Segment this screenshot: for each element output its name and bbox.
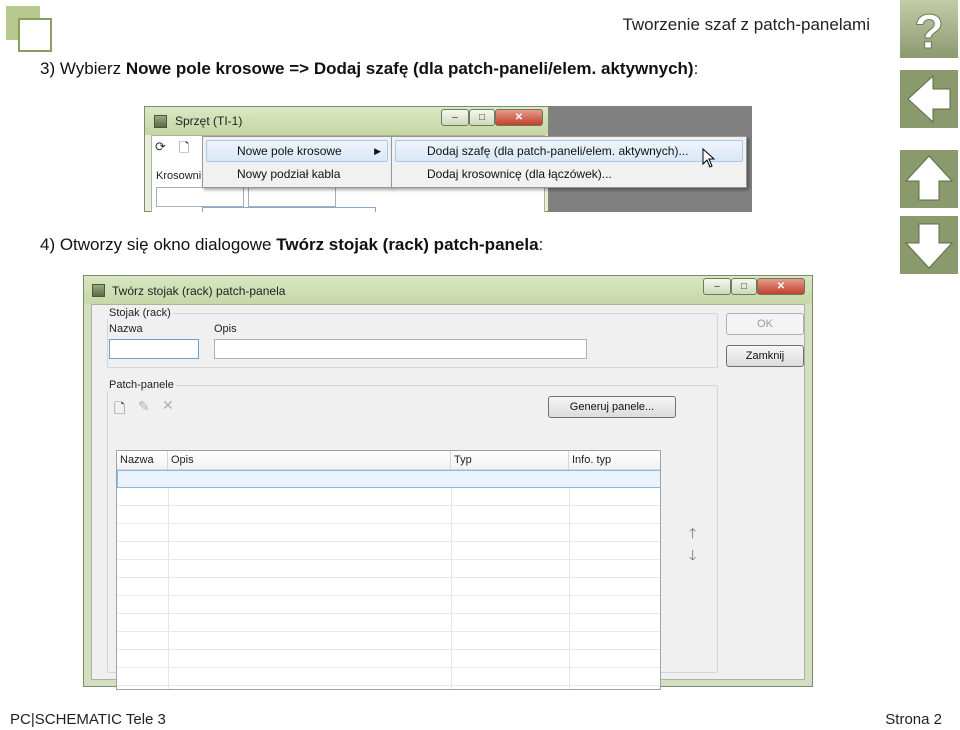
menu-item-dodaj-szafe[interactable]: Dodaj szafę (dla patch-paneli/elem. akty… bbox=[395, 140, 743, 162]
krosownice-label: Krosowni bbox=[156, 170, 202, 182]
up-button[interactable] bbox=[900, 150, 958, 208]
krosownice-input-2[interactable] bbox=[248, 187, 336, 207]
menu-item-label: Nowy podział kabla bbox=[237, 167, 341, 181]
column-header-type[interactable]: Typ bbox=[451, 451, 569, 470]
move-up-icon[interactable]: 🡑 bbox=[689, 523, 696, 547]
table-row[interactable] bbox=[117, 632, 660, 650]
screenshot-context-menu: Sprzęt (TI-1) – □ ✕ ⟳ 🗋 Krosowni Nowe po… bbox=[144, 106, 752, 212]
rack-group-label: Stojak (rack) bbox=[107, 307, 173, 319]
close-button[interactable]: ✕ bbox=[495, 109, 543, 126]
menu-item-label: Dodaj szafę (dla patch-paneli/elem. akty… bbox=[427, 144, 689, 158]
rack-name-input[interactable] bbox=[109, 339, 199, 359]
rack-dialog-title: Twórz stojak (rack) patch-panela bbox=[112, 284, 286, 298]
move-down-icon[interactable]: 🡓 bbox=[689, 545, 696, 569]
table-row[interactable] bbox=[117, 560, 660, 578]
menu-item-label: Dodaj krosownicę (dla łączówek)... bbox=[427, 167, 612, 181]
tree-item[interactable] bbox=[202, 207, 376, 212]
table-row[interactable] bbox=[117, 650, 660, 668]
table-row[interactable] bbox=[117, 542, 660, 560]
window-app-icon bbox=[92, 284, 105, 297]
table-row[interactable] bbox=[117, 578, 660, 596]
table-row[interactable] bbox=[117, 506, 660, 524]
equipment-window-title: Sprzęt (TI-1) bbox=[175, 114, 243, 128]
table-row[interactable] bbox=[117, 524, 660, 542]
context-menu: Nowe pole krosowe ▶ Nowy podział kabla bbox=[202, 136, 392, 188]
table-row[interactable] bbox=[117, 488, 660, 506]
patch-panels-table[interactable]: Nazwa Opis Typ Info. typ bbox=[116, 450, 661, 690]
maximize-button[interactable]: □ bbox=[469, 109, 495, 126]
up-arrow-icon bbox=[904, 155, 954, 201]
submenu: Dodaj szafę (dla patch-paneli/elem. akty… bbox=[391, 136, 747, 188]
step-4-instruction: 4) Otworzy się okno dialogowe Twórz stoj… bbox=[40, 235, 544, 254]
document-title: Tworzenie szaf z patch-panelami bbox=[622, 15, 870, 34]
svg-text:?: ? bbox=[914, 6, 943, 58]
help-button[interactable]: ? bbox=[900, 0, 958, 58]
menu-item-nowy-podzial-kabla[interactable]: Nowy podział kabla bbox=[206, 163, 388, 185]
maximize-button[interactable]: □ bbox=[731, 278, 757, 295]
description-label: Opis bbox=[214, 323, 237, 335]
menu-item-nowe-pole-krosowe[interactable]: Nowe pole krosowe ▶ bbox=[206, 140, 388, 162]
patch-panels-group-label: Patch-panele bbox=[107, 379, 176, 391]
help-icon: ? bbox=[914, 6, 944, 59]
step-3-instruction: 3) Wybierz Nowe pole krosowe => Dodaj sz… bbox=[40, 59, 699, 78]
rack-dialog-titlebar: Twórz stojak (rack) patch-panela – □ ✕ bbox=[84, 276, 812, 304]
submenu-arrow-icon: ▶ bbox=[374, 146, 381, 156]
table-header: Nazwa Opis Typ Info. typ bbox=[117, 451, 660, 470]
new-panel-icon[interactable]: 🗋 bbox=[114, 398, 125, 422]
equipment-window-titlebar: Sprzęt (TI-1) – □ ✕ bbox=[145, 107, 548, 135]
footer-product: PC|SCHEMATIC Tele 3 bbox=[10, 711, 166, 728]
table-row-selected[interactable] bbox=[117, 470, 660, 488]
column-header-type-info[interactable]: Info. typ bbox=[569, 451, 660, 470]
table-row[interactable] bbox=[117, 596, 660, 614]
rack-dialog: Twórz stojak (rack) patch-panela – □ ✕ S… bbox=[83, 275, 813, 690]
ok-button[interactable]: OK bbox=[726, 313, 804, 335]
back-arrow-icon bbox=[907, 74, 951, 124]
down-button[interactable] bbox=[900, 216, 958, 274]
rack-description-input[interactable] bbox=[214, 339, 587, 359]
back-button[interactable] bbox=[900, 70, 958, 128]
menu-item-dodaj-krosownice[interactable]: Dodaj krosownicę (dla łączówek)... bbox=[395, 163, 743, 185]
minimize-button[interactable]: – bbox=[441, 109, 469, 126]
logo bbox=[6, 6, 54, 54]
name-label: Nazwa bbox=[109, 323, 143, 335]
table-row[interactable] bbox=[117, 614, 660, 632]
table-row[interactable] bbox=[117, 668, 660, 686]
mouse-cursor-icon bbox=[702, 148, 716, 168]
menu-item-label: Nowe pole krosowe bbox=[237, 144, 342, 158]
refresh-icon[interactable]: ⟳ bbox=[155, 139, 166, 155]
new-document-icon[interactable]: 🗋 bbox=[179, 139, 189, 161]
krosownice-input[interactable] bbox=[156, 187, 244, 207]
minimize-button[interactable]: – bbox=[703, 278, 731, 295]
generate-panels-button[interactable]: Generuj panele... bbox=[548, 396, 676, 418]
column-header-name[interactable]: Nazwa bbox=[117, 451, 168, 470]
rack-dialog-body: Stojak (rack) Nazwa Opis OK Zamknij Patc… bbox=[91, 304, 805, 690]
column-header-description[interactable]: Opis bbox=[168, 451, 451, 470]
delete-icon[interactable]: ✕ bbox=[162, 397, 174, 414]
close-dialog-button[interactable]: Zamknij bbox=[726, 345, 804, 367]
down-arrow-icon bbox=[904, 223, 954, 269]
edit-pencil-icon[interactable]: ✎ bbox=[138, 398, 150, 415]
close-button[interactable]: ✕ bbox=[757, 278, 805, 295]
footer-page-number: Strona 2 bbox=[885, 711, 942, 728]
window-app-icon bbox=[154, 115, 167, 128]
